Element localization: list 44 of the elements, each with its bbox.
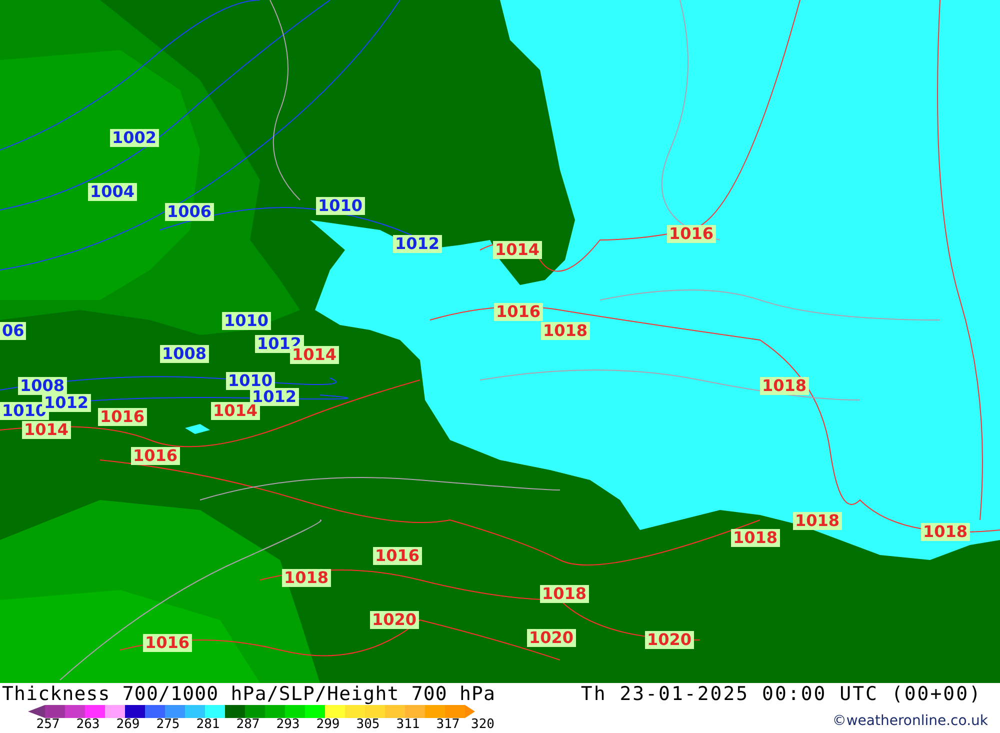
scale-tick-label: 305	[355, 718, 381, 732]
isobar-label: 1018	[921, 523, 970, 541]
isobar-label: 1020	[527, 629, 576, 647]
chart-title: Thickness 700/1000 hPa/SLP/Height 700 hPa	[2, 683, 496, 705]
isobar-label: 1014	[22, 421, 71, 439]
isobar-label: 1014	[493, 241, 542, 259]
isobar-label: 1016	[373, 547, 422, 565]
scale-tick-label: 317	[435, 718, 461, 732]
isobar-label: 1004	[88, 183, 137, 201]
scale-tick-label: 281	[195, 718, 221, 732]
isobar-label: 1020	[370, 611, 419, 629]
isobar-label: 1014	[211, 402, 260, 420]
valid-time: Th 23-01-2025 00:00 UTC (00+00)	[580, 683, 982, 705]
scale-tick-label: 293	[275, 718, 301, 732]
isobar-label: 1016	[494, 303, 543, 321]
scale-tick-label: 299	[315, 718, 341, 732]
isobar-label: 1002	[110, 129, 159, 147]
isobar-label: 1016	[98, 408, 147, 426]
copyright-text: ©weatheronline.co.uk	[832, 712, 989, 731]
scale-tick-label: 320	[470, 718, 494, 732]
scale-tick-label: 287	[235, 718, 261, 732]
isobar-label: 1020	[645, 631, 694, 649]
scale-tick-label: 269	[115, 718, 141, 732]
isobar-label: 1018	[793, 512, 842, 530]
isobar-label: 1008	[160, 345, 209, 363]
scale-tick-label: 257	[35, 718, 61, 732]
isobar-label: 1016	[143, 634, 192, 652]
isobar-label: 1018	[760, 377, 809, 395]
isobar-label: 1010	[222, 312, 271, 330]
isobar-label: 1012	[393, 235, 442, 253]
isobar-label: 1018	[282, 569, 331, 587]
isobar-label: 1018	[541, 322, 590, 340]
isobar-label: 1018	[731, 529, 780, 547]
scale-tick-label: 263	[75, 718, 101, 732]
isobar-label: 1010	[316, 197, 365, 215]
isobar-label: 1010	[226, 372, 275, 390]
scale-tick-label: 311	[395, 718, 421, 732]
isobar-label: 06	[0, 322, 26, 340]
scale-tick-label: 275	[155, 718, 181, 732]
isobar-label: 1016	[667, 225, 716, 243]
isobar-label: 1016	[131, 447, 180, 465]
isobar-label: 1006	[165, 203, 214, 221]
isobar-label: 1018	[540, 585, 589, 603]
isobar-label: 1008	[18, 377, 67, 395]
